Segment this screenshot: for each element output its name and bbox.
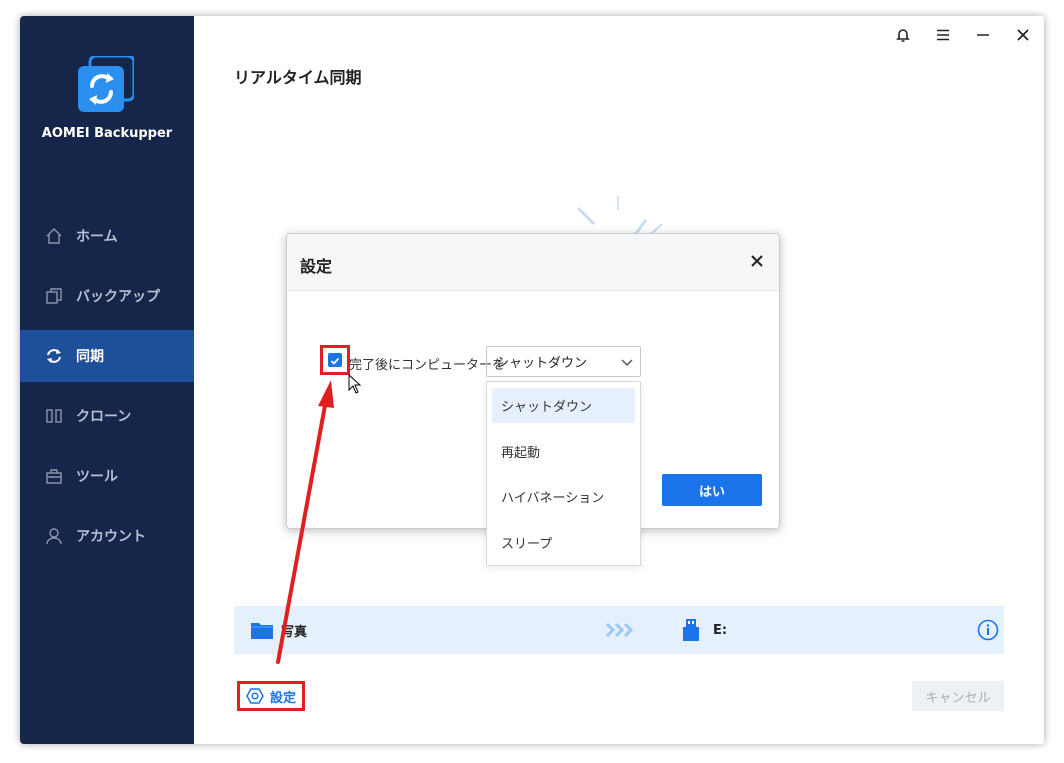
minimize-button[interactable] (972, 26, 994, 48)
gear-icon (246, 687, 264, 705)
mouse-cursor-icon (348, 374, 362, 394)
ok-button[interactable]: はい (662, 474, 762, 506)
folder-icon (251, 621, 273, 639)
settings-label: 設定 (269, 690, 296, 706)
toolbox-icon (44, 466, 64, 486)
sidebar-item-label: ホーム (76, 229, 118, 245)
power-action-select[interactable]: シャットダウン (486, 346, 641, 377)
dialog-title: 設定 (300, 257, 333, 276)
dropdown-option-restart[interactable]: 再起動 (492, 434, 635, 469)
minimize-icon (975, 27, 991, 47)
dialog-close-button[interactable] (747, 252, 767, 272)
sidebar-item-account[interactable]: アカウント (20, 510, 194, 562)
usb-drive-icon (683, 619, 699, 641)
destination-drive: E: (713, 622, 728, 638)
sync-icon (44, 346, 64, 366)
sidebar-item-home[interactable]: ホーム (20, 210, 194, 262)
dialog-header: 設定 (287, 234, 779, 291)
sidebar-item-label: ツール (76, 469, 118, 485)
checkmark-icon (330, 351, 340, 370)
page-title: リアルタイム同期 (234, 68, 362, 87)
sync-task-row[interactable]: 写真 E: (234, 606, 1004, 654)
sidebar: AOMEI Backupper ホーム バックアップ 同期 クローン ツール ア… (20, 16, 194, 744)
home-icon (44, 226, 64, 246)
close-icon (750, 253, 764, 272)
copy-icon (44, 286, 64, 306)
sidebar-item-label: バックアップ (76, 289, 160, 305)
hamburger-menu-icon (935, 27, 951, 47)
sidebar-item-label: アカウント (76, 529, 146, 545)
info-icon[interactable] (977, 619, 999, 641)
checkbox-label: 完了後にコンピューターを (349, 358, 506, 373)
dropdown-option-sleep[interactable]: スリープ (492, 525, 635, 560)
source-folder-name: 写真 (281, 624, 308, 640)
sidebar-item-sync[interactable]: 同期 (20, 330, 194, 382)
app-logo-icon (78, 54, 136, 112)
sidebar-item-label: 同期 (76, 349, 104, 365)
bell-icon (895, 27, 911, 47)
dropdown-option-hibernate[interactable]: ハイバネーション (492, 479, 635, 514)
sidebar-item-label: クローン (76, 409, 132, 425)
power-action-dropdown: シャットダウン 再起動 ハイバネーション スリープ (486, 381, 641, 566)
notification-button[interactable] (892, 26, 914, 48)
shutdown-after-completion-checkbox[interactable] (328, 353, 342, 367)
settings-button[interactable]: 設定 (237, 681, 305, 711)
cancel-button[interactable]: キャンセル (912, 681, 1004, 711)
app-name: AOMEI Backupper (41, 126, 173, 141)
clone-icon (44, 406, 64, 426)
chevron-down-icon (620, 355, 634, 373)
sidebar-item-tools[interactable]: ツール (20, 450, 194, 502)
sync-direction-icon (605, 622, 637, 638)
dropdown-option-shutdown[interactable]: シャットダウン (492, 388, 635, 423)
close-window-button[interactable] (1012, 26, 1034, 48)
menu-button[interactable] (932, 26, 954, 48)
sidebar-item-backup[interactable]: バックアップ (20, 270, 194, 322)
select-value: シャットダウン (496, 356, 588, 371)
close-icon (1015, 27, 1031, 47)
app-window: AOMEI Backupper ホーム バックアップ 同期 クローン ツール ア… (20, 16, 1044, 744)
sidebar-item-clone[interactable]: クローン (20, 390, 194, 442)
user-icon (44, 526, 64, 546)
